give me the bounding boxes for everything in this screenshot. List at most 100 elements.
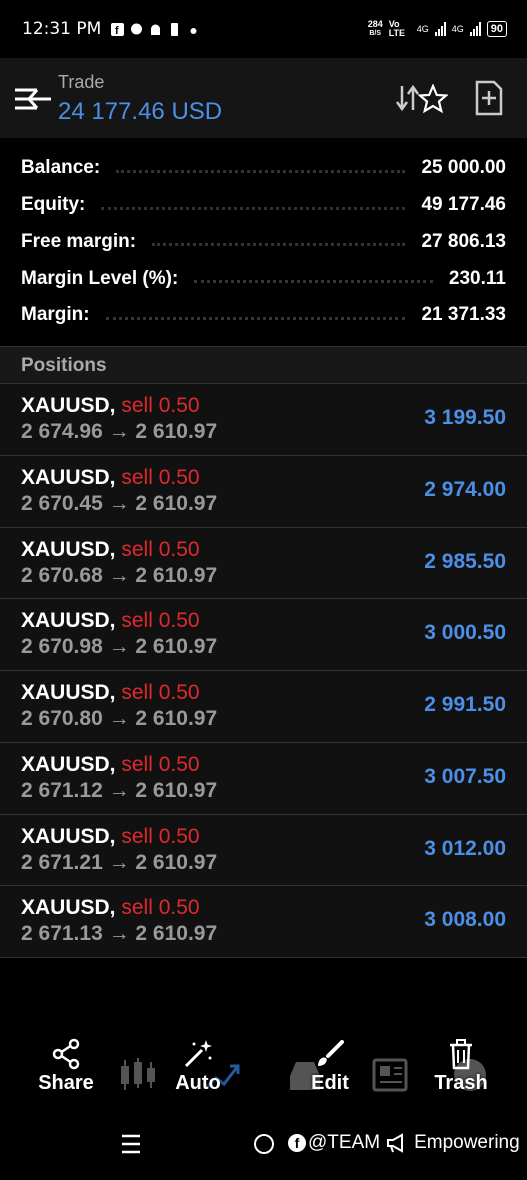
- position-profit: 3 000.50: [424, 621, 506, 645]
- sort-icon[interactable]: [396, 82, 420, 114]
- share-button[interactable]: Share: [16, 1038, 116, 1108]
- position-row[interactable]: XAUUSD, sell 0.50 2 670.80 → 2 610.97 2 …: [0, 671, 527, 743]
- position-symbol: XAUUSD,: [21, 681, 116, 704]
- position-prices: 2 670.98 → 2 610.97: [21, 635, 218, 659]
- position-prices: 2 671.12 → 2 610.97: [21, 778, 218, 802]
- position-symbol-line: XAUUSD, sell 0.50: [21, 394, 200, 418]
- dot-leader: [152, 243, 406, 247]
- position-symbol-line: XAUUSD, sell 0.50: [21, 538, 200, 562]
- edit-button[interactable]: Edit: [280, 1038, 380, 1108]
- new-order-icon[interactable]: [474, 80, 504, 116]
- position-side: sell 0.50: [121, 752, 200, 776]
- volte-label: Vo LTE: [388, 19, 406, 38]
- network-4g-label-2: 4G: [451, 24, 464, 34]
- position-side: sell 0.50: [121, 394, 200, 417]
- share-label: Share: [38, 1072, 94, 1094]
- dot-notification-icon: [187, 23, 200, 36]
- summary-label: Free margin:: [21, 230, 137, 252]
- watermark-text: Empowering: [414, 1132, 520, 1153]
- position-row[interactable]: XAUUSD, sell 0.50 2 671.13 → 2 610.97 3 …: [0, 886, 527, 958]
- position-symbol: XAUUSD,: [21, 465, 116, 489]
- position-side: sell 0.50: [121, 537, 200, 561]
- position-prices: 2 674.96 → 2 610.97: [21, 420, 218, 443]
- position-prices: 2 671.13 → 2 610.97: [21, 922, 218, 946]
- summary-label: Margin Level (%):: [21, 267, 179, 289]
- dot-leader: [194, 280, 433, 284]
- trash-icon: [450, 1039, 472, 1070]
- summary-value: 230.11: [448, 267, 506, 289]
- magic-wand-icon: [184, 1040, 212, 1068]
- position-row[interactable]: XAUUSD, sell 0.50 2 674.96 → 2 610.97 3 …: [0, 384, 527, 456]
- status-right: 284 B/S Vo LTE 4G 4G 90: [368, 20, 507, 38]
- page-title: 24 177.46 USD: [58, 98, 223, 125]
- watermark: f @TEAM Empowering: [288, 1132, 520, 1154]
- position-row[interactable]: XAUUSD, sell 0.50 2 670.45 → 2 610.97 2 …: [0, 455, 527, 528]
- position-symbol-line: XAUUSD, sell 0.50: [21, 753, 200, 777]
- trash-button[interactable]: Trash: [411, 1038, 511, 1108]
- position-profit: 3 012.00: [424, 836, 506, 860]
- position-row[interactable]: XAUUSD, sell 0.50 2 670.98 → 2 610.97 3 …: [0, 599, 527, 671]
- network-speed-unit: B/S: [369, 30, 382, 37]
- position-profit: 2 985.50: [424, 549, 506, 573]
- position-row[interactable]: XAUUSD, sell 0.50 2 671.12 → 2 610.97 3 …: [0, 742, 527, 815]
- dot-leader: [101, 206, 406, 210]
- positions-section-header: Positions: [0, 346, 527, 384]
- auto-label: Auto: [175, 1072, 221, 1094]
- signal-icon-2: [469, 22, 481, 36]
- summary-value: 27 806.13: [421, 230, 506, 252]
- notification-icons: f: [111, 22, 200, 37]
- megaphone-icon: [387, 1133, 404, 1153]
- facebook-notification-icon: f: [111, 22, 125, 37]
- position-symbol: XAUUSD,: [21, 394, 116, 417]
- position-prices: 2 671.21 → 2 610.97: [21, 850, 218, 874]
- summary-label: Equity:: [21, 194, 86, 216]
- position-side: sell 0.50: [121, 896, 200, 920]
- dot-leader: [116, 169, 406, 173]
- position-symbol: XAUUSD,: [21, 609, 116, 633]
- summary-label: Balance:: [21, 157, 101, 179]
- battery-level: 90: [490, 23, 503, 35]
- app-header: Trade 24 177.46 USD: [0, 58, 527, 138]
- position-row[interactable]: XAUUSD, sell 0.50 2 671.21 → 2 610.97 3 …: [0, 814, 527, 887]
- bottom-toolbar: Share Auto Edit Trash: [0, 1038, 527, 1108]
- summary-label: Margin:: [21, 304, 90, 326]
- position-prices: 2 670.80 → 2 610.97: [21, 707, 218, 730]
- edit-label: Edit: [311, 1072, 349, 1094]
- position-symbol-line: XAUUSD, sell 0.50: [21, 609, 200, 633]
- watermark-handle: @TEAM: [308, 1132, 381, 1153]
- position-symbol: XAUUSD,: [21, 824, 116, 848]
- position-symbol: XAUUSD,: [21, 896, 116, 920]
- position-profit: 3 199.50: [424, 406, 506, 429]
- chat-notification-icon: [130, 23, 143, 36]
- star-icon[interactable]: [418, 84, 448, 114]
- brush-icon: [318, 1040, 344, 1066]
- positions-list: XAUUSD, sell 0.50 2 674.96 → 2 610.97 3 …: [0, 384, 527, 958]
- position-prices: 2 670.68 → 2 610.97: [21, 563, 218, 587]
- summary-row-free-margin: Free margin: 27 806.13: [0, 224, 527, 261]
- summary-value: 25 000.00: [421, 157, 506, 179]
- summary-row-margin: Margin: 21 371.33: [0, 297, 527, 334]
- trash-label: Trash: [434, 1072, 488, 1094]
- menu-icon[interactable]: [15, 86, 55, 112]
- share-icon: [52, 1038, 80, 1070]
- home-button-icon[interactable]: [254, 1134, 274, 1154]
- position-profit: 3 007.50: [424, 764, 506, 788]
- auto-button[interactable]: Auto: [148, 1038, 248, 1108]
- position-symbol-line: XAUUSD, sell 0.50: [21, 466, 200, 490]
- position-side: sell 0.50: [121, 465, 200, 489]
- position-side: sell 0.50: [121, 609, 200, 633]
- battery-icon: 90: [486, 21, 507, 37]
- position-side: sell 0.50: [121, 824, 200, 848]
- position-profit: 2 974.00: [424, 477, 506, 501]
- recent-apps-icon[interactable]: [120, 1134, 142, 1154]
- summary-row-equity: Equity: 49 177.46: [0, 187, 527, 224]
- signal-icon-1: [434, 22, 446, 36]
- android-notification-icon: [149, 23, 162, 36]
- summary-value: 21 371.33: [421, 304, 506, 326]
- position-symbol-line: XAUUSD, sell 0.50: [21, 681, 200, 705]
- position-row[interactable]: XAUUSD, sell 0.50 2 670.68 → 2 610.97 2 …: [0, 527, 527, 600]
- position-symbol-line: XAUUSD, sell 0.50: [21, 825, 200, 849]
- position-profit: 3 008.00: [424, 908, 506, 932]
- summary-row-balance: Balance: 25 000.00: [0, 150, 527, 187]
- status-time: 12:31 PM: [22, 19, 102, 39]
